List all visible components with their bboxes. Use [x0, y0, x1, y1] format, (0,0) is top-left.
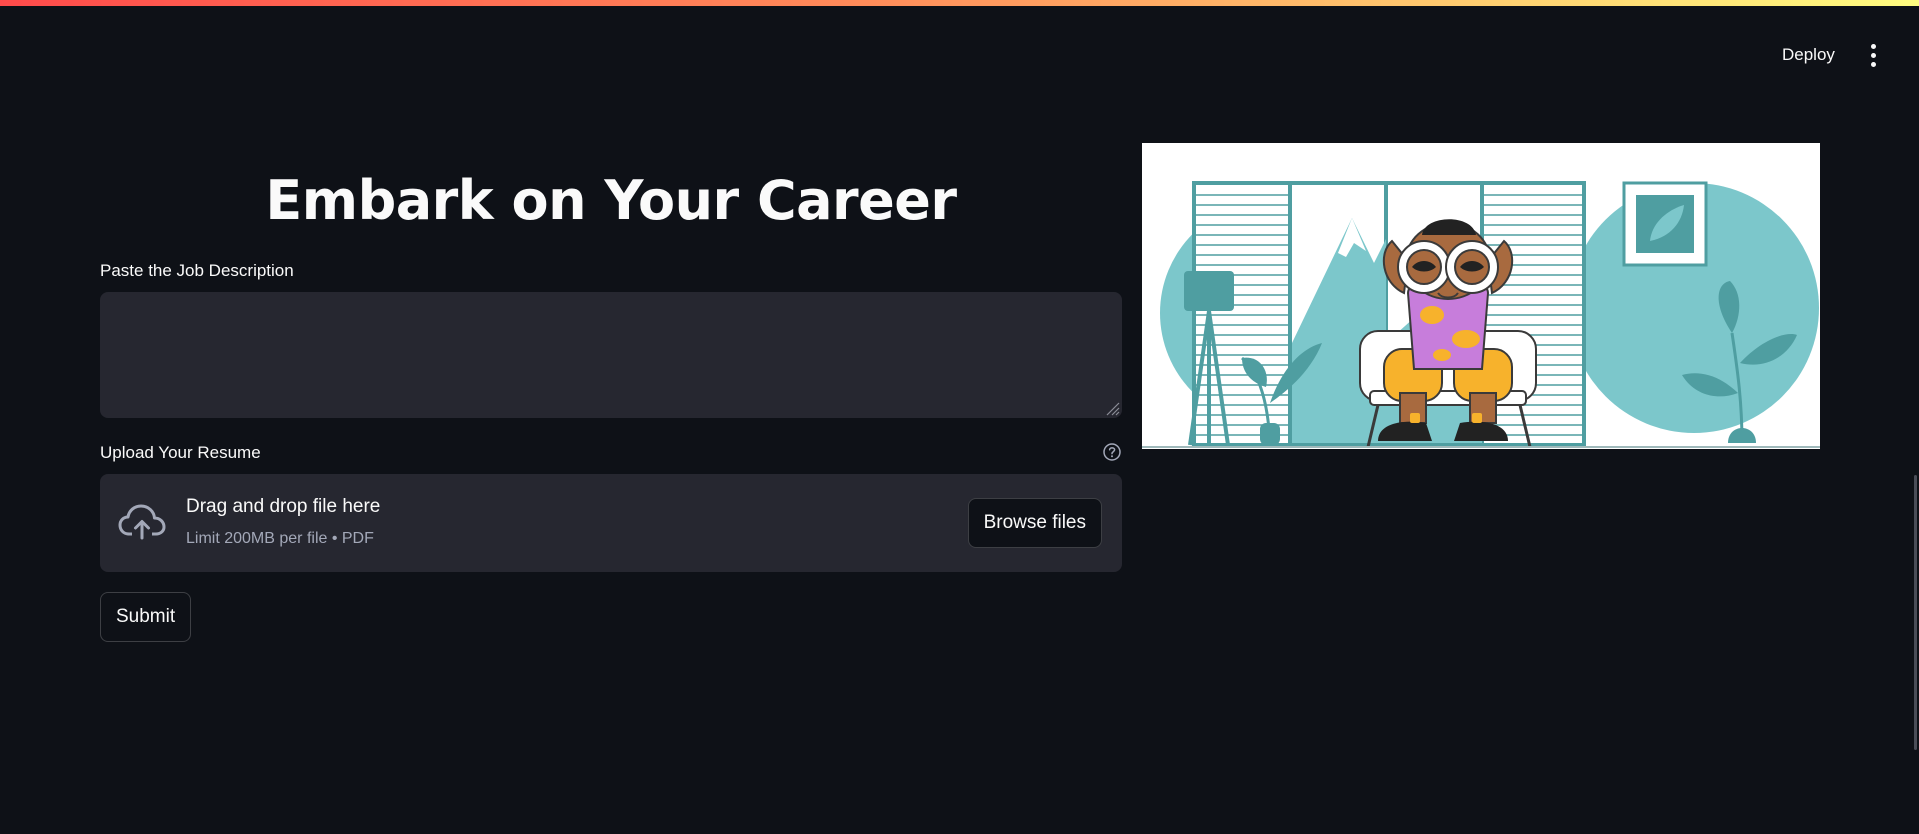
file-dropzone[interactable]: Drag and drop file here Limit 200MB per … [100, 474, 1122, 572]
job-description-container [100, 292, 1122, 418]
dropzone-title: Drag and drop file here [186, 496, 381, 517]
job-description-input[interactable] [100, 292, 1122, 418]
upload-label-row: Upload Your Resume [100, 442, 1122, 464]
submit-button[interactable]: Submit [100, 592, 192, 642]
resume-upload-label: Upload Your Resume [100, 443, 261, 462]
page-scrollbar[interactable] [1914, 475, 1917, 750]
app-header: Deploy [0, 6, 1919, 94]
person-with-binoculars-illustration [1142, 181, 1820, 448]
main-menu-button[interactable] [1858, 36, 1888, 74]
dropzone-limit-text: Limit 200MB per file • PDF [186, 530, 374, 547]
question-circle-icon[interactable] [1102, 442, 1122, 462]
cloud-upload-icon [118, 504, 166, 540]
browse-files-button[interactable]: Browse files [967, 498, 1102, 548]
resize-handle-icon[interactable] [1104, 400, 1120, 416]
page-title: Embark on Your Career Adventure [265, 169, 957, 354]
kebab-menu-icon [1870, 43, 1876, 49]
career-illustration [1142, 143, 1820, 449]
deploy-button[interactable]: Deploy [1770, 36, 1847, 74]
main-column: Embark on Your Career Adventure Paste th… [100, 140, 1122, 642]
